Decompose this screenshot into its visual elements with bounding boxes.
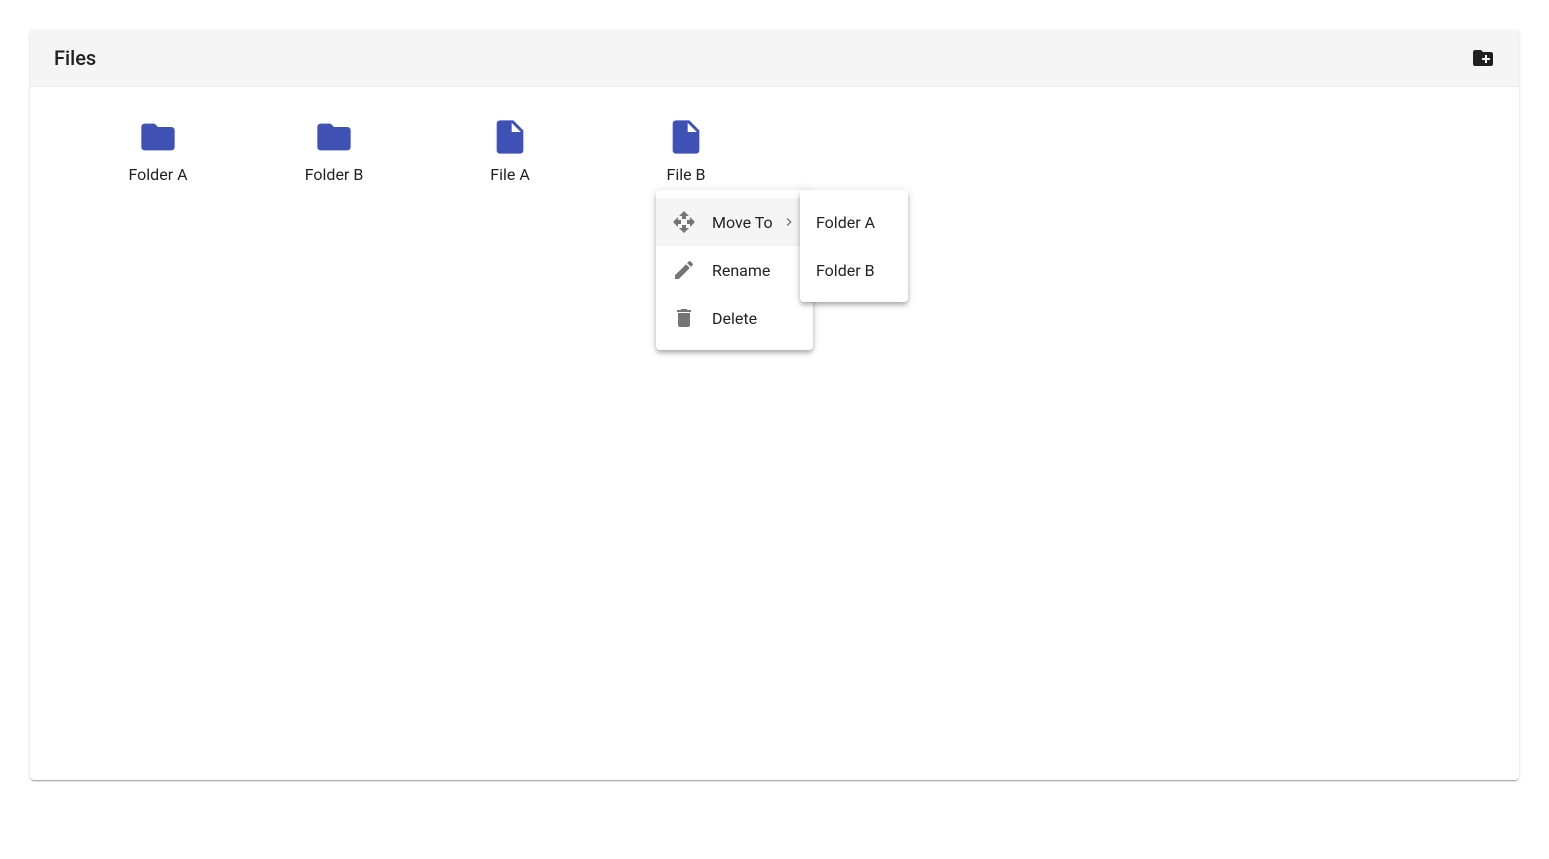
submenu-label: Folder A: [816, 213, 892, 232]
item-label: File B: [666, 165, 705, 184]
folder-icon: [138, 117, 178, 157]
delete-icon: [672, 306, 696, 330]
context-menu: Move To Rename Delete: [656, 190, 813, 350]
file-item[interactable]: File A: [422, 111, 598, 190]
submenu-item-folder[interactable]: Folder A: [800, 198, 908, 246]
move-icon: [672, 210, 696, 234]
menu-item-delete[interactable]: Delete: [656, 294, 813, 342]
files-panel: Files Folder A Folder B File A File B Mo…: [30, 30, 1519, 780]
create-folder-icon: [1471, 46, 1495, 70]
submenu-label: Folder B: [816, 261, 892, 280]
chevron-right-icon: [781, 214, 797, 230]
menu-item-rename[interactable]: Rename: [656, 246, 813, 294]
file-icon: [490, 117, 530, 157]
item-label: File A: [490, 165, 530, 184]
file-icon: [666, 117, 706, 157]
file-item[interactable]: File B: [598, 111, 774, 190]
new-folder-button[interactable]: [1471, 46, 1495, 70]
submenu-item-folder[interactable]: Folder B: [800, 246, 908, 294]
folder-item[interactable]: Folder B: [246, 111, 422, 190]
panel-header: Files: [30, 30, 1519, 87]
menu-label: Rename: [712, 261, 797, 280]
item-label: Folder B: [305, 165, 364, 184]
item-label: Folder A: [128, 165, 187, 184]
edit-icon: [672, 258, 696, 282]
menu-item-move-to[interactable]: Move To: [656, 198, 813, 246]
panel-title: Files: [54, 46, 96, 70]
folder-item[interactable]: Folder A: [70, 111, 246, 190]
menu-label: Move To: [712, 213, 773, 232]
folder-icon: [314, 117, 354, 157]
menu-label: Delete: [712, 309, 797, 328]
context-submenu-move-to: Folder A Folder B: [800, 190, 908, 302]
